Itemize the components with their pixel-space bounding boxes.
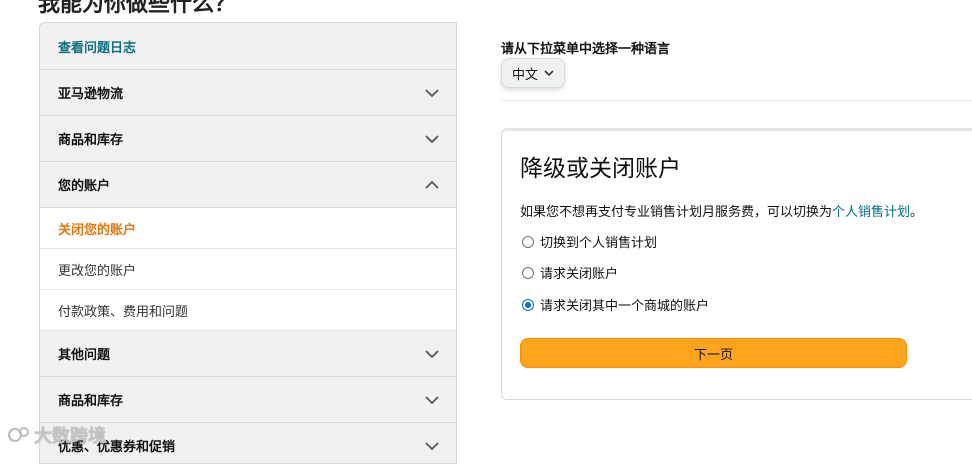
- card-desc-prefix: 如果您不想再支付专业销售计划月服务费，可以切换为: [520, 205, 833, 220]
- sidebar-subitem-label: 更改您的账户: [58, 263, 137, 279]
- option-close-marketplace[interactable]: 请求关闭其中一个商城的账户: [522, 295, 709, 314]
- sidebar-subitem-change-account[interactable]: 更改您的账户: [40, 249, 456, 290]
- chevron-down-icon: [425, 349, 439, 358]
- card-desc-suffix: 。: [910, 205, 924, 220]
- option-switch-individual[interactable]: 切换到个人销售计划: [522, 232, 657, 251]
- chevron-down-icon: [425, 88, 439, 97]
- close-account-card: 降级或关闭账户 如果您不想再支付专业销售计划月服务费，可以切换为个人销售计划。 …: [501, 128, 972, 400]
- watermark-text: 大数跨境: [34, 426, 106, 447]
- language-label: 请从下拉菜单中选择一种语言: [501, 42, 671, 57]
- sidebar-subitem-label: 关闭您的账户: [58, 222, 137, 238]
- watermark-logo-icon: [8, 427, 29, 442]
- sidebar-item-your-account[interactable]: 您的账户: [40, 162, 456, 208]
- radio-button[interactable]: [522, 266, 534, 279]
- card-title: 降级或关闭账户: [520, 156, 681, 182]
- sidebar-item-label: 查看问题日志: [58, 40, 137, 56]
- divider: [501, 100, 972, 101]
- individual-plan-link[interactable]: 个人销售计划: [832, 205, 910, 220]
- card-description: 如果您不想再支付专业销售计划月服务费，可以切换为个人销售计划。: [520, 201, 923, 220]
- chevron-down-icon: [425, 441, 439, 450]
- language-select[interactable]: 中文: [501, 58, 565, 88]
- sidebar-subitem-label: 付款政策、费用和问题: [58, 304, 189, 320]
- chevron-down-icon: [425, 395, 439, 404]
- sidebar-item-label: 商品和库存: [58, 133, 124, 148]
- radio-button[interactable]: [522, 235, 534, 248]
- sidebar-item-products[interactable]: 商品和库存: [40, 116, 456, 162]
- sidebar-subitem-close-account[interactable]: 关闭您的账户: [40, 208, 456, 249]
- sidebar-item-label: 亚马逊物流: [58, 87, 124, 102]
- chevron-up-icon: [425, 180, 439, 189]
- next-page-button[interactable]: 下一页: [520, 338, 907, 368]
- sidebar-item-fba[interactable]: 亚马逊物流: [40, 70, 456, 116]
- page-heading: 我能为你做些什么？: [38, 0, 237, 17]
- help-sidebar: 查看问题日志 亚马逊物流 商品和库存 您的账户 关闭您的账户 更改您的账户 付款…: [39, 22, 457, 464]
- option-label: 切换到个人销售计划: [540, 236, 658, 251]
- chevron-down-icon: [544, 70, 554, 77]
- radio-button-selected[interactable]: [522, 298, 534, 311]
- language-selected-value: 中文: [511, 67, 538, 83]
- sidebar-item-label: 其他问题: [58, 348, 111, 363]
- sidebar-item-products-2[interactable]: 商品和库存: [40, 377, 456, 423]
- option-label: 请求关闭其中一个商城的账户: [540, 299, 710, 314]
- sidebar-item-issue-log[interactable]: 查看问题日志: [40, 23, 456, 70]
- option-label: 请求关闭账户: [540, 267, 619, 282]
- chevron-down-icon: [425, 134, 439, 143]
- sidebar-item-label: 商品和库存: [58, 394, 124, 409]
- option-close-account[interactable]: 请求关闭账户: [522, 263, 618, 282]
- sidebar-subitem-payment-policy[interactable]: 付款政策、费用和问题: [40, 290, 456, 331]
- sidebar-item-label: 您的账户: [58, 179, 111, 194]
- watermark: 大数跨境: [8, 422, 106, 448]
- sidebar-item-other[interactable]: 其他问题: [40, 331, 456, 377]
